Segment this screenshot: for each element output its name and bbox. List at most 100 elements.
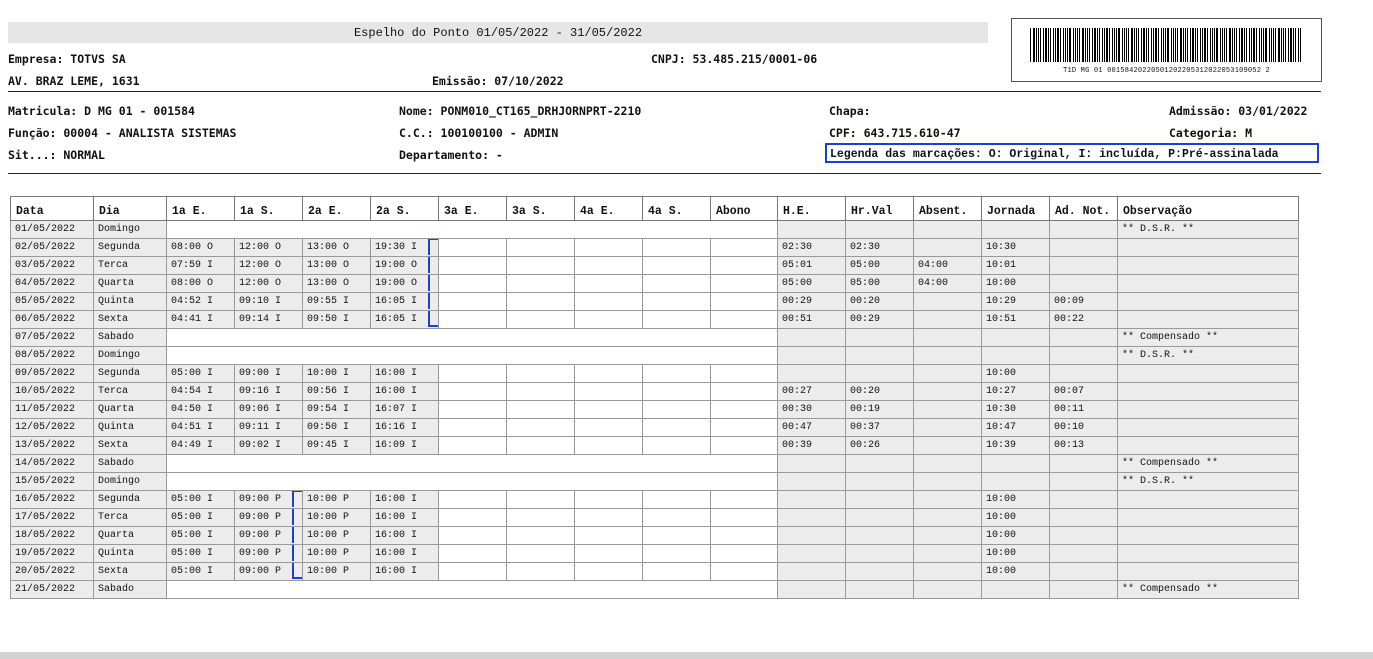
empty-cell — [506, 418, 575, 437]
cell-jornada: 10:00 — [981, 490, 1050, 509]
matricula-label: Matricula: D MG 01 - 001584 — [8, 104, 195, 118]
cell-absent — [913, 436, 982, 455]
cell-adnot — [1049, 490, 1118, 509]
barcode-bar — [1207, 28, 1208, 62]
cell-data: 09/05/2022 — [10, 364, 94, 383]
barcode-bar — [1094, 28, 1096, 62]
cell-hrval: 00:20 — [845, 292, 914, 311]
cell-obs — [1117, 292, 1299, 311]
barcode-bar — [1288, 28, 1289, 62]
cell-hrval — [845, 472, 914, 491]
barcode-bar — [1043, 28, 1044, 62]
cell-absent — [913, 292, 982, 311]
cell-jornada: 10:47 — [981, 418, 1050, 437]
horizontal-scrollbar[interactable] — [0, 652, 1373, 659]
cell-e2: 10:00 P — [302, 544, 371, 563]
cell-jornada: 10:27 — [981, 382, 1050, 401]
empty-cell — [574, 238, 643, 257]
barcode-bar — [1234, 28, 1235, 62]
table-body: 01/05/2022 Domingo ** D.S.R. ** 02/05/2022 S… — [10, 220, 1299, 599]
barcode-bar — [1253, 28, 1255, 62]
empty-cell — [574, 436, 643, 455]
cell-e2: 10:00 P — [302, 562, 371, 581]
barcode-bar — [1099, 28, 1100, 62]
cell-absent — [913, 238, 982, 257]
empty-cell — [642, 562, 711, 581]
cell-obs — [1117, 490, 1299, 509]
cell-he — [777, 526, 846, 545]
cell-jornada — [981, 328, 1050, 347]
cell-hrval — [845, 346, 914, 365]
cell-obs — [1117, 400, 1299, 419]
cell-he — [777, 220, 846, 239]
table-row: 06/05/2022 Sexta 04:41 I 09:14 I 09:50 I 16:0… — [10, 310, 1299, 329]
column-header: 2a E. — [302, 196, 371, 221]
barcode-bar — [1118, 28, 1120, 62]
empty-cell — [642, 490, 711, 509]
cell-s2: 16:00 I — [370, 364, 439, 383]
empty-cell — [710, 382, 778, 401]
cell-s2: 19:30 I — [370, 238, 439, 257]
cell-absent — [913, 562, 982, 581]
cell-s1: 09:00 P — [234, 562, 303, 581]
cell-dia: Quarta — [93, 526, 167, 545]
barcode-bar — [1165, 28, 1166, 62]
cell-jornada — [981, 472, 1050, 491]
barcode-bar — [1128, 28, 1129, 62]
empty-cell — [438, 490, 507, 509]
barcode-bar — [1048, 28, 1049, 62]
cell-obs: ** D.S.R. ** — [1117, 472, 1299, 491]
categoria-label: Categoria: M — [1169, 126, 1253, 140]
cell-absent — [913, 526, 982, 545]
table-row: 02/05/2022 Segunda 08:00 O 12:00 O 13:00 O 19… — [10, 238, 1299, 257]
cell-obs — [1117, 382, 1299, 401]
barcode-bar — [1161, 28, 1162, 62]
cell-e2: 10:00 I — [302, 364, 371, 383]
barcode-bar — [1146, 28, 1147, 62]
barcode-bar — [1190, 28, 1191, 62]
empty-cell — [574, 310, 643, 329]
cell-jornada: 10:30 — [981, 238, 1050, 257]
empty-cell — [710, 544, 778, 563]
barcode-bar — [1251, 28, 1252, 62]
cell-hrval: 00:37 — [845, 418, 914, 437]
barcode-bar — [1151, 28, 1152, 62]
cell-jornada: 10:39 — [981, 436, 1050, 455]
cell-dia: Sabado — [93, 454, 167, 473]
cell-s1: 12:00 O — [234, 256, 303, 275]
status-highlight — [428, 275, 438, 291]
cell-data: 18/05/2022 — [10, 526, 94, 545]
cell-obs: ** Compensado ** — [1117, 580, 1299, 599]
barcode-bar — [1241, 28, 1243, 62]
cell-obs: ** D.S.R. ** — [1117, 220, 1299, 239]
barcode-bar — [1060, 28, 1061, 62]
barcode-bar — [1057, 28, 1059, 62]
divider-top — [8, 91, 1321, 92]
cell-data: 03/05/2022 — [10, 256, 94, 275]
cell-dia: Quarta — [93, 274, 167, 293]
off-day-span — [166, 472, 778, 491]
table-row: 21/05/2022 Sabado ** Compensado ** — [10, 580, 1299, 599]
barcode-bar — [1220, 28, 1221, 62]
barcode-bar — [1283, 28, 1284, 62]
cell-data: 12/05/2022 — [10, 418, 94, 437]
cell-obs — [1117, 256, 1299, 275]
barcode-bar — [1067, 28, 1068, 62]
cell-absent: 04:00 — [913, 256, 982, 275]
cell-e1: 04:50 I — [166, 400, 235, 419]
cell-s2: 19:00 O — [370, 256, 439, 275]
cell-jornada — [981, 454, 1050, 473]
cell-he: 00:39 — [777, 436, 846, 455]
empty-cell — [642, 526, 711, 545]
cell-absent — [913, 382, 982, 401]
barcode-bar — [1281, 28, 1282, 62]
barcode-bar — [1285, 28, 1286, 62]
cell-jornada — [981, 580, 1050, 599]
cell-e1: 07:59 I — [166, 256, 235, 275]
empty-cell — [506, 526, 575, 545]
empty-cell — [710, 562, 778, 581]
barcode-bar — [1138, 28, 1139, 62]
cell-adnot — [1049, 238, 1118, 257]
empty-cell — [506, 400, 575, 419]
cell-obs: ** Compensado ** — [1117, 328, 1299, 347]
